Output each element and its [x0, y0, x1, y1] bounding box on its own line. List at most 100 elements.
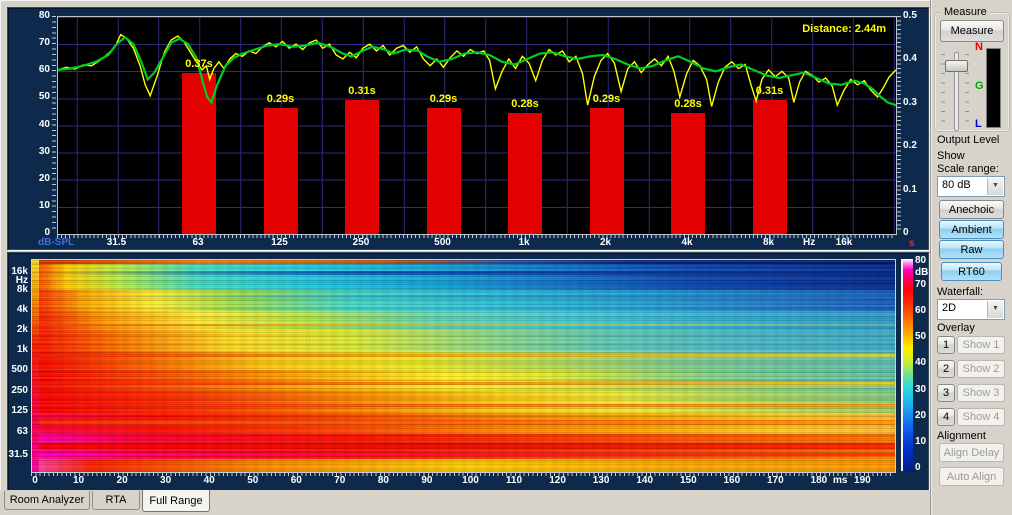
tab-full-range[interactable]: Full Range [142, 490, 210, 512]
spectrogram-streaks [32, 260, 895, 472]
spectrogram-time-tick: 40 [194, 475, 224, 486]
spectrogram-time-tick: 180 [804, 475, 834, 486]
spectrogram-streak [32, 260, 39, 472]
spectrogram-time-tick: 0 [20, 475, 50, 486]
db-spl-axis-label: dB-SPL [38, 237, 74, 248]
colorbar-tick-label: 50 [915, 331, 926, 342]
left-axis-ticks [52, 16, 56, 233]
ambient-button[interactable]: Ambient [939, 220, 1004, 239]
overlay-number-button[interactable]: 4 [937, 408, 955, 426]
db-tick-label: 10 [18, 200, 50, 211]
colorbar-tick-label: 20 [915, 410, 926, 421]
anechoic-button[interactable]: Anechoic [939, 200, 1004, 219]
right-axis-ticks [897, 16, 901, 233]
spectrogram-streak [32, 420, 895, 425]
spectrogram-freq-tick: 250 [8, 385, 28, 396]
waterfall-panel: 16k8k4k2k1k5002501256331.5 Hz 0102030405… [7, 252, 929, 495]
spectrogram-time-tick: 150 [673, 475, 703, 486]
overlay-show-button[interactable]: Show 2 [957, 360, 1005, 378]
tab-bar: Room AnalyzerRTAFull Range [0, 490, 930, 515]
db-tick-label: 40 [18, 119, 50, 130]
meter-label-n: N [975, 41, 983, 53]
rt60-bar-label: 0.31s [332, 85, 392, 97]
output-level-slider-thumb[interactable] [945, 60, 968, 72]
chevron-down-icon[interactable]: ▼ [987, 178, 1003, 195]
measure-button[interactable]: Measure [940, 20, 1004, 42]
rt60-button[interactable]: RT60 [941, 262, 1002, 281]
colorbar-tick-label: 60 [915, 305, 926, 316]
overlay-number-button[interactable]: 2 [937, 360, 955, 378]
align-delay-button[interactable]: Align Delay [939, 443, 1004, 462]
ms-unit-label: ms [833, 475, 847, 486]
waterfall-value: 2D [942, 302, 956, 314]
freq-tick-label: 16k [824, 237, 864, 248]
spl-chart-panel: 0.37s0.29s0.31s0.29s0.28s0.29s0.28s0.31s… [7, 7, 929, 250]
db-tick-label: 30 [18, 146, 50, 157]
spectrogram-time-tick: 50 [238, 475, 268, 486]
spectrogram-time-tick: 130 [586, 475, 616, 486]
spectrogram-freq-tick: 125 [8, 405, 28, 416]
spectrogram-freq-tick: 2k [8, 324, 28, 335]
measure-group-title: Measure [941, 6, 990, 18]
spectrogram-plot [31, 259, 896, 473]
rt60-bar-label: 0.29s [414, 93, 474, 105]
db-tick-label: 80 [18, 10, 50, 21]
overlay-show-button[interactable]: Show 3 [957, 384, 1005, 402]
scale-range-label: Scale range: [937, 163, 999, 175]
raw-button[interactable]: Raw [939, 240, 1004, 259]
spectrogram-streak [32, 324, 895, 327]
overlay-number-button[interactable]: 1 [937, 336, 955, 354]
spectrogram-freq-tick: 31.5 [8, 449, 28, 460]
seconds-tick-label: 0.3 [903, 97, 917, 108]
colorbar-tick-label: 70 [915, 279, 926, 290]
seconds-tick-label: 0.5 [903, 10, 917, 21]
control-panel: Measure Measure N G L Output Level Show … [930, 0, 1012, 515]
spectrogram-time-tick: 20 [107, 475, 137, 486]
spectrogram-streak [32, 391, 895, 402]
alignment-section-label: Alignment [937, 430, 986, 442]
auto-align-button[interactable]: Auto Align [939, 467, 1004, 486]
spectrogram-freq-tick: 500 [8, 364, 28, 375]
spectrogram-time-tick: 120 [543, 475, 573, 486]
spectrogram-streak [32, 382, 895, 385]
spl-plot-area: 0.37s0.29s0.31s0.29s0.28s0.29s0.28s0.31s… [57, 16, 897, 235]
seconds-tick-label: 0.2 [903, 140, 917, 151]
freq-tick-label: 63 [178, 237, 218, 248]
rt60-bar-label: 0.28s [658, 98, 718, 110]
show-section-label: Show [937, 150, 965, 162]
db-tick-label: 60 [18, 64, 50, 75]
spectrogram-time-tick: 160 [717, 475, 747, 486]
overlay-show-button[interactable]: Show 4 [957, 408, 1005, 426]
spectrogram-freq-tick: 1k [8, 344, 28, 355]
meter-label-l: L [975, 118, 982, 130]
rt60-bar-label: 0.29s [577, 93, 637, 105]
spectrogram-freq-tick: 63 [8, 426, 28, 437]
scale-range-value: 80 dB [942, 179, 971, 191]
meter-label-g: G [975, 80, 984, 92]
freq-tick-label: 4k [667, 237, 707, 248]
tab-rta[interactable]: RTA [92, 491, 140, 510]
spectrogram-streak [32, 404, 895, 407]
spectrogram-hz-unit-label: Hz [10, 275, 28, 286]
hz-unit-label: Hz [803, 237, 815, 248]
seconds-tick-label: 0 [903, 227, 909, 238]
tab-room-analyzer[interactable]: Room Analyzer [4, 491, 90, 510]
chevron-down-icon[interactable]: ▼ [987, 301, 1003, 318]
seconds-tick-label: 0.4 [903, 53, 917, 64]
spectrogram-streak [32, 271, 895, 275]
overlay-show-button[interactable]: Show 1 [957, 336, 1005, 354]
spectrogram-time-tick: 70 [325, 475, 355, 486]
seconds-tick-label: 0.1 [903, 184, 917, 195]
spectrogram-time-tick: 140 [630, 475, 660, 486]
spectrogram-time-tick: 110 [499, 475, 529, 486]
spectrogram-time-tick: 100 [456, 475, 486, 486]
overlay-number-button[interactable]: 3 [937, 384, 955, 402]
freq-tick-label: 250 [341, 237, 381, 248]
db-tick-label: 20 [18, 173, 50, 184]
spectrogram-streak [32, 295, 895, 298]
rt60-bar-label: 0.37s [169, 58, 229, 70]
scale-range-select[interactable]: 80 dB ▼ [937, 176, 1005, 197]
db-tick-label: 50 [18, 91, 50, 102]
waterfall-select[interactable]: 2D ▼ [937, 299, 1005, 320]
colorbar-tick-label: 0 [915, 462, 921, 473]
